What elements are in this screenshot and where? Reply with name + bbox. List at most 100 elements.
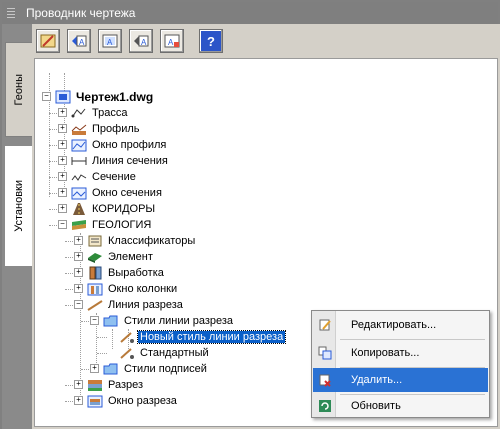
title-bar: Проводник чертежа [2, 2, 498, 24]
tree-node[interactable]: + Классификаторы [71, 233, 197, 249]
tree-label: Выработка [108, 267, 164, 279]
style-props-button[interactable]: A [160, 29, 184, 53]
tree-label: Трасса [92, 107, 128, 119]
tab-geony-label: Геоны [13, 73, 25, 106]
expander-icon[interactable]: + [74, 380, 83, 389]
expander-icon[interactable]: + [74, 284, 83, 293]
tree-label: Окно разреза [108, 395, 177, 407]
style-right-icon: A [134, 35, 149, 47]
tab-ustanovki-label: Установки [13, 180, 25, 232]
help-button[interactable]: ? [199, 29, 223, 53]
razrez-icon [87, 378, 103, 392]
menu-item-copy-label: Копировать... [351, 347, 420, 359]
style-left-icon: A [72, 35, 87, 47]
expander-icon[interactable]: + [74, 268, 83, 277]
style-left-button[interactable]: A [67, 29, 91, 53]
tree-label: КОРИДОРЫ [92, 203, 156, 215]
tree-label: Сечение [92, 171, 136, 183]
class-icon [87, 234, 103, 248]
style-center-button[interactable]: A [98, 29, 122, 53]
tree-node[interactable]: + Элемент [71, 249, 155, 265]
menu-item-edit[interactable]: Редактировать... [313, 313, 488, 337]
tree-node[interactable]: − Стили линии разреза [87, 313, 235, 329]
tree-node[interactable]: + Окно колонки [71, 281, 179, 297]
tree-label: Новый стиль линии разреза [136, 330, 287, 344]
side-tab-strip: Геоны Установки [2, 24, 32, 429]
expander-icon[interactable]: + [90, 364, 99, 373]
route-icon [71, 106, 87, 120]
expander-icon[interactable]: − [42, 92, 51, 101]
expander-icon[interactable]: − [58, 220, 67, 229]
style-props-icon: A [164, 34, 180, 48]
tree-label: Элемент [108, 251, 153, 263]
help-icon: ? [207, 33, 215, 49]
rline-icon [87, 298, 103, 312]
expander-icon[interactable]: + [58, 156, 67, 165]
tree-node[interactable]: + Стили подписей [87, 361, 209, 377]
tree-node[interactable]: + Выработка [71, 265, 166, 281]
refresh-icon [313, 399, 337, 413]
tree-label: Окно сечения [92, 187, 162, 199]
window-title: Проводник чертежа [26, 6, 136, 20]
delete-icon [313, 373, 337, 387]
menu-separator [340, 339, 485, 340]
profile-icon [71, 122, 87, 136]
swin-icon [71, 186, 87, 200]
tree-node[interactable]: + Линия сечения [55, 153, 170, 169]
expander-icon[interactable]: + [58, 172, 67, 181]
menu-item-delete-label: Удалить... [351, 374, 403, 386]
settings-icon [40, 34, 56, 48]
tree-node[interactable]: + Окно сечения [55, 185, 164, 201]
context-menu: Редактировать... Копировать... Удалить..… [311, 310, 490, 418]
tree-node[interactable]: + Разрез [71, 377, 145, 393]
settings-button[interactable] [36, 29, 60, 53]
menu-item-refresh-label: Обновить [351, 400, 401, 412]
tree-node[interactable]: + Окно разреза [71, 393, 179, 409]
section-icon [71, 170, 87, 184]
grip-icon[interactable] [2, 2, 20, 24]
expander-icon[interactable]: + [58, 188, 67, 197]
tab-ustanovki[interactable]: Установки [5, 146, 32, 266]
pwin-icon [71, 138, 87, 152]
tree-node[interactable]: + Сечение [55, 169, 138, 185]
tree-node[interactable]: + Профиль [55, 121, 142, 137]
tree-node[interactable]: Стандартный [103, 345, 211, 361]
tree-label: Стандартный [140, 347, 209, 359]
style-icon [119, 346, 135, 360]
expander-icon[interactable]: − [90, 316, 99, 325]
tree-label: Профиль [92, 123, 140, 135]
expander-icon[interactable]: + [74, 252, 83, 261]
menu-item-delete[interactable]: Удалить... [313, 368, 488, 392]
expander-icon[interactable]: + [58, 124, 67, 133]
tree-node[interactable]: − ГЕОЛОГИЯ [55, 217, 153, 233]
expander-icon[interactable]: + [74, 396, 83, 405]
tab-geony[interactable]: Геоны [5, 42, 32, 137]
svg-text:A: A [79, 38, 85, 47]
vyr-icon [87, 266, 103, 280]
expander-icon[interactable]: − [74, 300, 83, 309]
menu-item-edit-label: Редактировать... [351, 319, 437, 331]
svg-text:A: A [168, 38, 174, 47]
menu-item-copy[interactable]: Копировать... [313, 341, 488, 365]
tree-label: Окно колонки [108, 283, 178, 295]
edit-icon [313, 318, 337, 332]
expander-icon[interactable]: + [58, 140, 67, 149]
expander-icon[interactable]: + [74, 236, 83, 245]
svg-text:A: A [141, 38, 147, 47]
menu-item-refresh[interactable]: Обновить [313, 394, 488, 418]
tree-node-drawing[interactable]: − Чертеж1.dwg [39, 89, 155, 105]
tree-node[interactable]: + Трасса [55, 105, 129, 121]
col-icon [87, 282, 103, 296]
tree-label: Линия разреза [108, 299, 183, 311]
tree-node[interactable]: + КОРИДОРЫ [55, 201, 157, 217]
expander-icon[interactable]: + [58, 108, 67, 117]
rwin-icon [87, 394, 103, 408]
style-icon [119, 330, 135, 344]
expander-icon[interactable]: + [58, 204, 67, 213]
tree-label: ГЕОЛОГИЯ [92, 219, 152, 231]
tree-node[interactable]: Новый стиль линии разреза [103, 329, 287, 345]
style-right-button[interactable]: A [129, 29, 153, 53]
tree-node[interactable]: + Окно профиля [55, 137, 168, 153]
tree-node[interactable]: − Линия разреза [71, 297, 185, 313]
tree-label: Чертеж1.dwg [76, 90, 154, 104]
